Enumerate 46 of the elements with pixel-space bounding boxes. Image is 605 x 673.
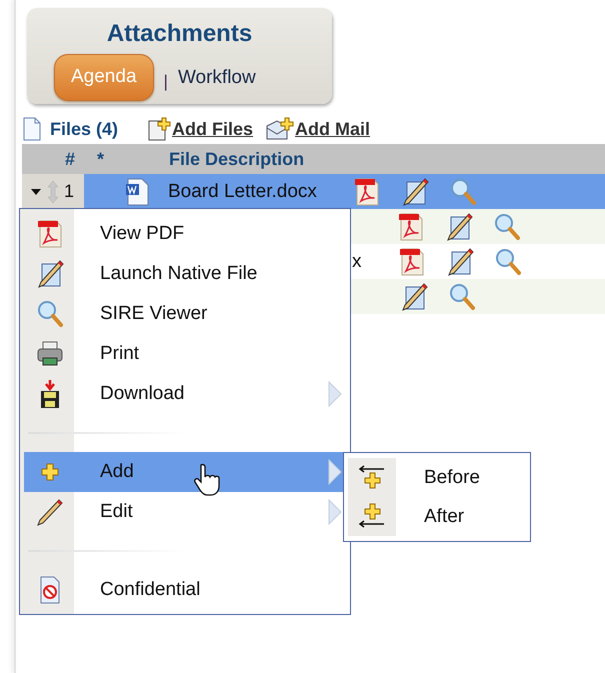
- pdf-icon[interactable]: [352, 176, 381, 206]
- search-icon[interactable]: [493, 212, 521, 242]
- caret-icon[interactable]: [30, 188, 42, 196]
- search-icon[interactable]: [494, 246, 522, 276]
- plus-icon: [41, 463, 59, 481]
- page-icon: [22, 117, 42, 141]
- search-icon[interactable]: [448, 282, 476, 312]
- menu-item[interactable]: Launch Native File: [24, 254, 350, 294]
- file-name: Board Letter.docx: [168, 180, 317, 202]
- search-icon[interactable]: [448, 176, 477, 206]
- pencil-icon: [36, 498, 64, 526]
- menu-item[interactable]: Edit: [24, 492, 350, 532]
- pdf-icon: [36, 219, 64, 249]
- column-header: *: [97, 148, 104, 170]
- printer-icon: [36, 340, 64, 368]
- menu-item[interactable]: Confidential: [24, 570, 350, 610]
- add-mail-icon: [265, 116, 296, 142]
- menu-item[interactable]: SIRE Viewer: [24, 294, 350, 334]
- menu-item[interactable]: After: [348, 497, 530, 536]
- document-icon: [124, 178, 150, 206]
- download-icon: [38, 379, 62, 409]
- panel-title: Attachments: [106, 20, 254, 48]
- pencil-icon: [36, 259, 64, 289]
- pdf-icon[interactable]: [398, 246, 426, 276]
- menu-item[interactable]: View PDF: [24, 214, 350, 254]
- menu-item[interactable]: Before: [348, 458, 530, 497]
- pencil-icon[interactable]: [445, 212, 473, 242]
- table-row[interactable]: 1 Board Letter.docx: [22, 174, 605, 209]
- column-header: #: [65, 148, 76, 170]
- menu-item[interactable]: Print: [24, 334, 350, 374]
- menu-item[interactable]: Download: [24, 374, 350, 414]
- pencil-icon[interactable]: [400, 282, 428, 312]
- add-link[interactable]: Add Mail: [295, 118, 370, 140]
- row-number: 1: [64, 181, 74, 202]
- files-label: Files (4): [50, 118, 118, 140]
- column-header: File Description: [169, 148, 304, 170]
- search-icon: [36, 299, 64, 329]
- pencil-icon[interactable]: [446, 246, 474, 276]
- file-name: x: [352, 250, 362, 272]
- blocked-page-icon: [38, 576, 62, 604]
- tab-separator: |: [164, 72, 168, 92]
- pencil-icon[interactable]: [400, 176, 429, 206]
- add-link[interactable]: Add Files: [172, 118, 254, 140]
- pdf-icon[interactable]: [397, 212, 425, 242]
- add-file-icon: [146, 116, 172, 142]
- tab[interactable]: Workflow: [178, 66, 256, 88]
